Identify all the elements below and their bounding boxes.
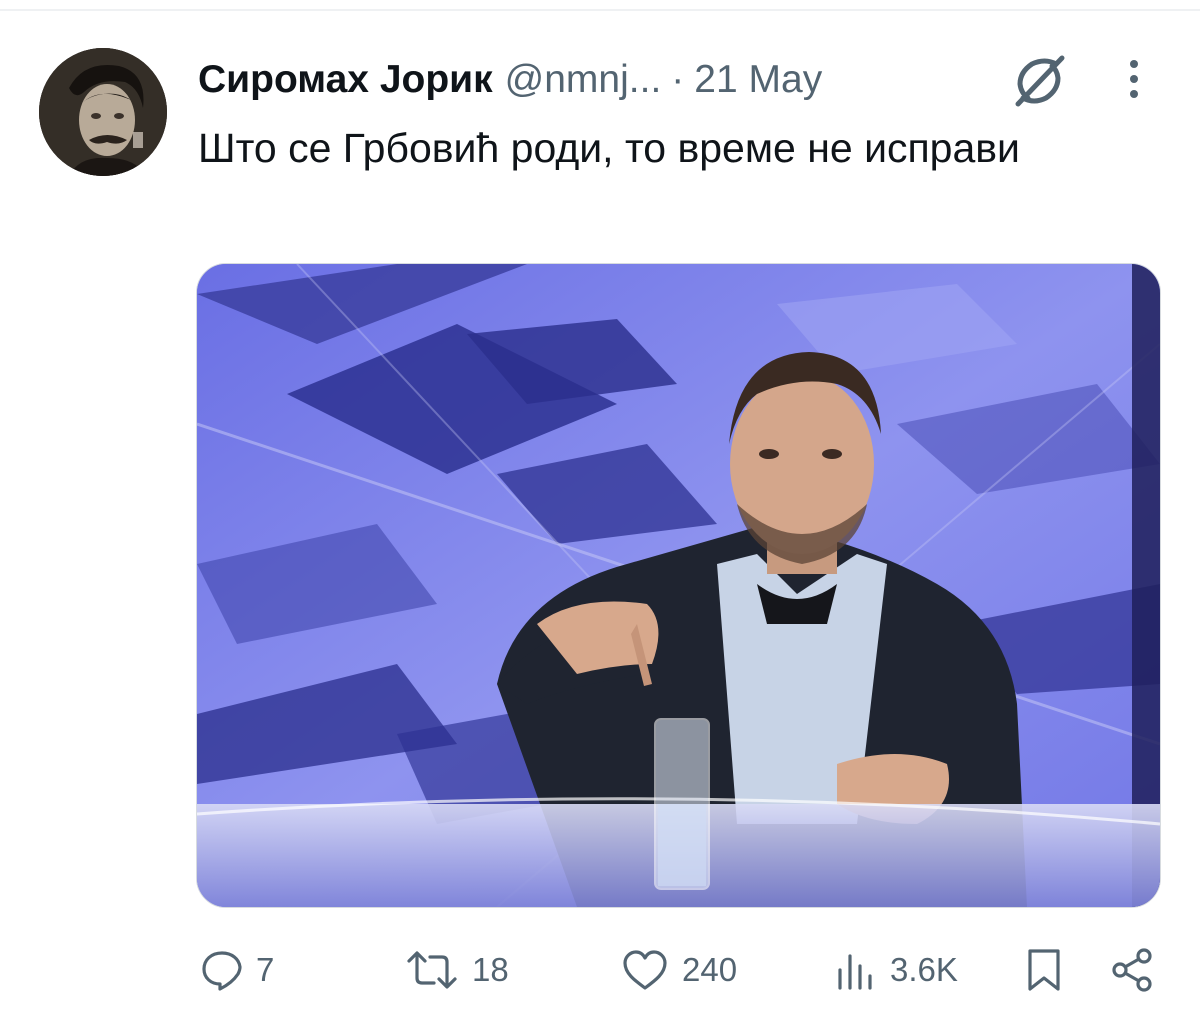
reply-button[interactable]: 7 — [200, 940, 274, 1000]
bookmark-icon — [1022, 946, 1066, 994]
avatar-image — [39, 48, 167, 176]
views-icon — [834, 948, 878, 992]
tweet-actions: 7 18 240 3.6K — [0, 940, 1200, 1000]
retweet-icon — [404, 948, 460, 992]
media-photo — [197, 264, 1160, 907]
like-button[interactable]: 240 — [620, 940, 737, 1000]
views-button[interactable]: 3.6K — [834, 940, 958, 1000]
avatar[interactable] — [39, 48, 167, 176]
reply-count: 7 — [256, 951, 275, 988]
like-count: 240 — [682, 951, 738, 988]
author-handle[interactable]: @nmnj... — [505, 58, 662, 102]
tweet-date[interactable]: 21 May — [694, 58, 822, 102]
author-name[interactable]: Сиромах Јорик — [198, 58, 493, 102]
reply-icon — [200, 948, 244, 992]
bookmark-button[interactable] — [1022, 940, 1066, 1000]
grok-icon[interactable] — [1010, 52, 1068, 110]
more-icon[interactable] — [1114, 56, 1154, 102]
top-divider — [0, 9, 1200, 11]
share-icon — [1108, 946, 1156, 994]
retweet-button[interactable]: 18 — [404, 940, 509, 1000]
views-count: 3.6K — [890, 951, 958, 988]
tweet-media[interactable] — [196, 263, 1161, 908]
like-icon — [620, 948, 670, 992]
tweet-text: Што се Грбовић роди, то време не исправи — [198, 125, 1020, 171]
separator-dot: · — [671, 58, 685, 101]
retweet-count: 18 — [472, 951, 509, 988]
share-button[interactable] — [1108, 940, 1156, 1000]
tweet-header: Сиромах Јорик @nmnj... · 21 May — [198, 50, 822, 110]
